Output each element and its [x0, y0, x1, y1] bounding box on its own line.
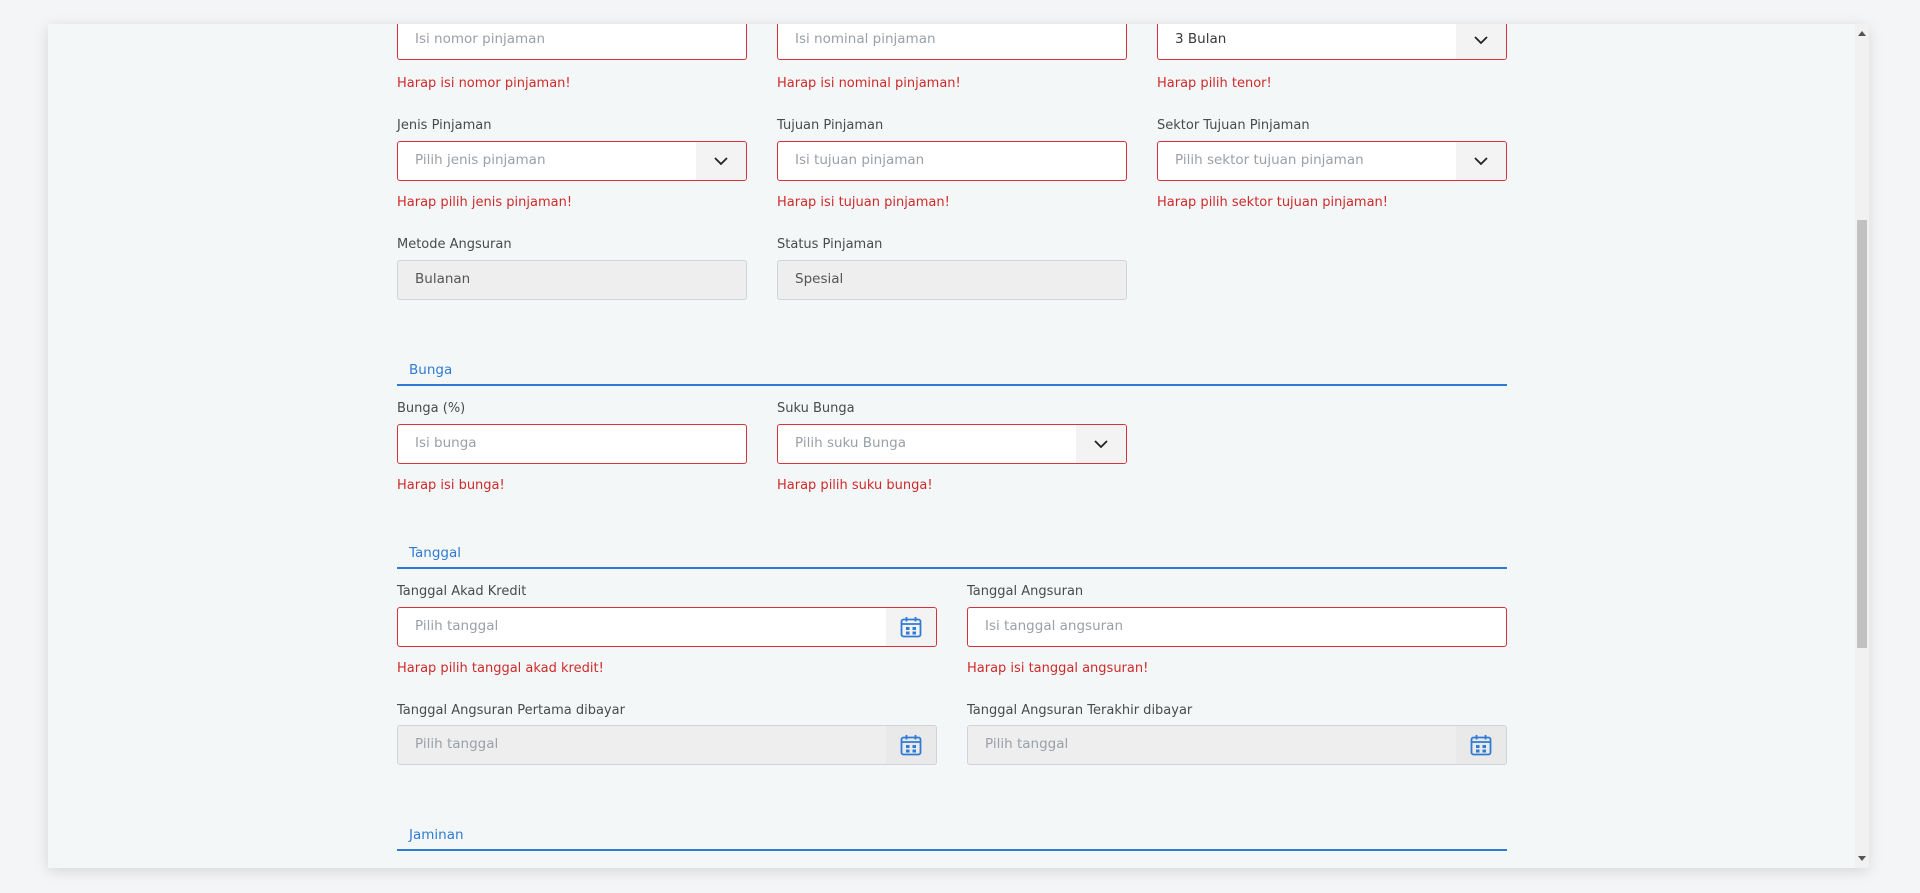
tanggal-angsuran-error: Harap isi tanggal angsuran!	[967, 661, 1149, 676]
sektor-tujuan-placeholder: Pilih sektor tujuan pinjaman	[1175, 152, 1364, 168]
chevron-down-icon	[1094, 439, 1108, 448]
calendar-icon	[1470, 735, 1492, 756]
section-bunga-title: Bunga	[409, 362, 453, 378]
bunga-input[interactable]: Isi bunga	[397, 424, 747, 464]
scrollbar-thumb[interactable]	[1857, 220, 1867, 648]
status-pinjaman-label: Status Pinjaman	[777, 237, 883, 252]
suku-bunga-error: Harap pilih suku bunga!	[777, 478, 933, 493]
sektor-tujuan-addon[interactable]	[1456, 142, 1506, 180]
nominal-pinjaman-input[interactable]: Isi nominal pinjaman	[777, 24, 1127, 60]
tenor-select[interactable]: 3 Bulan	[1157, 24, 1507, 60]
tanggal-angsuran-placeholder: Isi tanggal angsuran	[985, 618, 1123, 634]
chevron-down-icon	[1474, 156, 1488, 165]
sektor-tujuan-select[interactable]: Pilih sektor tujuan pinjaman	[1157, 141, 1507, 181]
tujuan-pinjaman-input[interactable]: Isi tujuan pinjaman	[777, 141, 1127, 181]
metode-angsuran-value: Bulanan	[415, 271, 471, 287]
tujuan-pinjaman-error: Harap isi tujuan pinjaman!	[777, 195, 950, 210]
section-bunga: Bunga	[397, 360, 1507, 386]
angsuran-terakhir-label: Tanggal Angsuran Terakhir dibayar	[967, 703, 1193, 718]
section-tanggal: Tanggal	[397, 543, 1507, 569]
angsuran-terakhir-calendar-button	[1456, 726, 1506, 764]
akad-kredit-error: Harap pilih tanggal akad kredit!	[397, 661, 604, 676]
akad-kredit-datepicker[interactable]: Pilih tanggal	[397, 607, 937, 647]
jenis-pinjaman-select[interactable]: Pilih jenis pinjaman	[397, 141, 747, 181]
calendar-icon	[900, 617, 922, 638]
metode-angsuran-label: Metode Angsuran	[397, 237, 512, 252]
jenis-pinjaman-label: Jenis Pinjaman	[397, 118, 492, 133]
sektor-tujuan-label: Sektor Tujuan Pinjaman	[1157, 118, 1310, 133]
scroll-up-arrow-icon[interactable]	[1858, 31, 1866, 36]
akad-kredit-placeholder: Pilih tanggal	[415, 618, 499, 634]
akad-kredit-calendar-button[interactable]	[886, 608, 936, 646]
sektor-tujuan-error: Harap pilih sektor tujuan pinjaman!	[1157, 195, 1389, 210]
section-tanggal-title: Tanggal	[409, 545, 462, 561]
tujuan-pinjaman-label: Tujuan Pinjaman	[777, 118, 884, 133]
nominal-pinjaman-placeholder: Isi nominal pinjaman	[795, 31, 936, 47]
jenis-pinjaman-addon[interactable]	[696, 142, 746, 180]
suku-bunga-placeholder: Pilih suku Bunga	[795, 435, 906, 451]
section-jaminan: Jaminan	[397, 825, 1507, 851]
suku-bunga-label: Suku Bunga	[777, 401, 855, 416]
angsuran-pertama-label: Tanggal Angsuran Pertama dibayar	[397, 703, 625, 718]
angsuran-pertama-calendar-button	[886, 726, 936, 764]
section-jaminan-title: Jaminan	[409, 827, 464, 843]
jenis-pinjaman-error: Harap pilih jenis pinjaman!	[397, 195, 573, 210]
vertical-scrollbar[interactable]	[1855, 24, 1869, 868]
tanggal-angsuran-input[interactable]: Isi tanggal angsuran	[967, 607, 1507, 647]
jenis-pinjaman-placeholder: Pilih jenis pinjaman	[415, 152, 546, 168]
angsuran-terakhir-datepicker: Pilih tanggal	[967, 725, 1507, 765]
nominal-pinjaman-error: Harap isi nominal pinjaman!	[777, 76, 961, 91]
chevron-down-icon	[714, 156, 728, 165]
angsuran-pertama-placeholder: Pilih tanggal	[415, 736, 499, 752]
suku-bunga-select[interactable]: Pilih suku Bunga	[777, 424, 1127, 464]
scroll-down-arrow-icon[interactable]	[1858, 856, 1866, 861]
chevron-down-icon	[1474, 35, 1488, 44]
nomor-pinjaman-input[interactable]: Isi nomor pinjaman	[397, 24, 747, 60]
angsuran-pertama-datepicker: Pilih tanggal	[397, 725, 937, 765]
status-pinjaman-value: Spesial	[795, 271, 844, 287]
calendar-icon	[900, 735, 922, 756]
status-pinjaman-field: Spesial	[777, 260, 1127, 300]
tujuan-pinjaman-placeholder: Isi tujuan pinjaman	[795, 152, 925, 168]
nomor-pinjaman-placeholder: Isi nomor pinjaman	[415, 31, 546, 47]
tenor-error: Harap pilih tenor!	[1157, 76, 1272, 91]
akad-kredit-label: Tanggal Akad Kredit	[397, 584, 527, 599]
tanggal-angsuran-label: Tanggal Angsuran	[967, 584, 1084, 599]
bunga-placeholder: Isi bunga	[415, 435, 477, 451]
bunga-error: Harap isi bunga!	[397, 478, 505, 493]
angsuran-terakhir-placeholder: Pilih tanggal	[985, 736, 1069, 752]
suku-bunga-addon[interactable]	[1076, 425, 1126, 463]
tenor-addon[interactable]	[1456, 24, 1506, 59]
metode-angsuran-field: Bulanan	[397, 260, 747, 300]
tenor-value: 3 Bulan	[1175, 31, 1227, 47]
nomor-pinjaman-error: Harap isi nomor pinjaman!	[397, 76, 571, 91]
bunga-label: Bunga (%)	[397, 401, 466, 416]
form-panel: Isi nomor pinjaman Harap isi nomor pinja…	[48, 24, 1868, 868]
